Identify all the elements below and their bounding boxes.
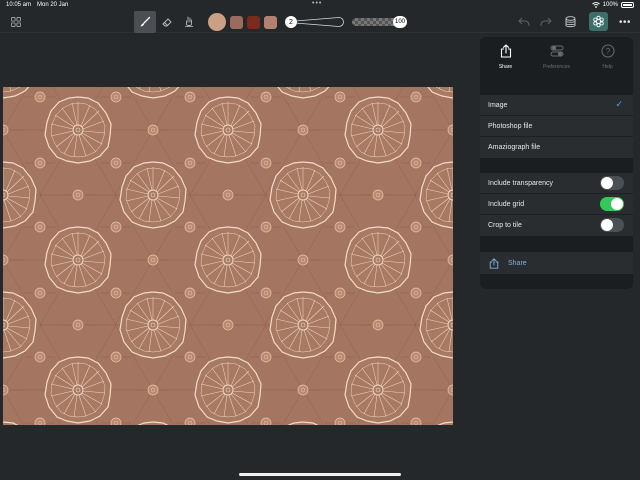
checkmark-icon: ✓ <box>615 99 623 109</box>
smudge-tool-button[interactable] <box>178 11 200 33</box>
layers-icon <box>565 16 575 28</box>
battery-icon <box>621 2 634 8</box>
help-icon: ? <box>601 44 614 57</box>
layers-button[interactable] <box>562 11 578 33</box>
undo-icon <box>518 17 530 27</box>
gallery-button[interactable] <box>8 11 24 33</box>
format-label: Photoshop file <box>488 122 533 130</box>
drawing-canvas[interactable] <box>3 87 453 425</box>
more-icon: ••• <box>618 16 631 28</box>
recent-color-swatch[interactable] <box>230 16 243 29</box>
status-bar: 10:05 am Mon 20 Jan ••• 100% <box>0 0 640 11</box>
include-transparency-toggle[interactable] <box>600 176 624 190</box>
redo-button[interactable] <box>538 11 554 33</box>
format-option-image[interactable]: Image ✓ <box>480 95 633 116</box>
eraser-tool-button[interactable] <box>156 11 178 33</box>
toggle-knob <box>601 177 613 189</box>
battery-percent: 100% <box>602 2 618 8</box>
tool-group <box>134 11 200 33</box>
tile-pattern <box>3 87 453 425</box>
status-date: Mon 20 Jan <box>37 2 69 8</box>
tab-preferences[interactable]: Preferences <box>531 37 582 72</box>
tab-help-label: Help <box>602 64 613 70</box>
toggle-knob <box>611 198 623 210</box>
share-icon <box>500 43 511 58</box>
eraser-icon <box>162 18 172 27</box>
format-label: Amaziograph file <box>488 144 541 151</box>
share-icon <box>489 257 499 269</box>
toggle-knob <box>601 219 613 231</box>
home-indicator[interactable] <box>239 473 401 476</box>
primary-color-swatch[interactable] <box>208 13 226 31</box>
export-settings: Include transparency Include grid Crop t… <box>480 173 633 236</box>
option-label: Include grid <box>488 200 525 208</box>
recent-color-swatch[interactable] <box>247 16 260 29</box>
option-crop-to-tile: Crop to tile <box>480 215 633 236</box>
smudge-icon <box>185 16 193 27</box>
format-option-photoshop[interactable]: Photoshop file <box>480 116 633 137</box>
undo-button[interactable] <box>516 11 532 33</box>
tab-share-label: Share <box>498 64 513 70</box>
share-action: Share <box>480 252 633 274</box>
include-grid-toggle[interactable] <box>600 197 624 211</box>
brush-tool-button[interactable] <box>134 11 156 33</box>
brush-icon <box>140 16 151 27</box>
symmetry-icon <box>593 15 604 28</box>
share-popover: Share Preferences ? Help Image ✓ Photosh… <box>480 37 633 289</box>
format-options: Image ✓ Photoshop file Amaziograph file <box>480 95 633 158</box>
multitasking-dots-icon[interactable]: ••• <box>312 0 322 7</box>
redo-icon <box>540 17 552 27</box>
opacity-knob[interactable]: 100 <box>393 16 407 28</box>
option-label: Include transparency <box>488 179 553 187</box>
toolbar: 2 100 ••• <box>0 11 640 33</box>
option-include-grid: Include grid <box>480 194 633 215</box>
opacity-slider[interactable]: 100 <box>352 15 408 29</box>
share-button-label: Share <box>508 259 527 267</box>
grid-icon <box>11 17 21 27</box>
tab-preferences-label: Preferences <box>543 64 570 70</box>
recent-color-swatch[interactable] <box>264 16 277 29</box>
more-button[interactable]: ••• <box>616 11 634 33</box>
popover-tabs: Share Preferences ? Help <box>480 37 633 72</box>
option-label: Crop to tile <box>488 222 522 229</box>
symmetry-button[interactable] <box>589 12 608 31</box>
battery-fill <box>623 4 632 6</box>
brush-size-knob[interactable]: 2 <box>285 16 297 28</box>
svg-text:?: ? <box>605 47 610 56</box>
crop-to-tile-toggle[interactable] <box>600 218 624 232</box>
brush-size-slider[interactable]: 2 <box>283 15 351 29</box>
format-label: Image <box>488 101 508 109</box>
share-button[interactable]: Share <box>480 252 633 274</box>
wifi-icon <box>591 2 600 8</box>
option-include-transparency: Include transparency <box>480 173 633 194</box>
preferences-icon <box>550 45 563 56</box>
status-time: 10:05 am <box>6 2 32 8</box>
format-option-amaziograph[interactable]: Amaziograph file <box>480 137 633 158</box>
tab-help[interactable]: ? Help <box>582 37 633 72</box>
tab-share[interactable]: Share <box>480 37 531 72</box>
